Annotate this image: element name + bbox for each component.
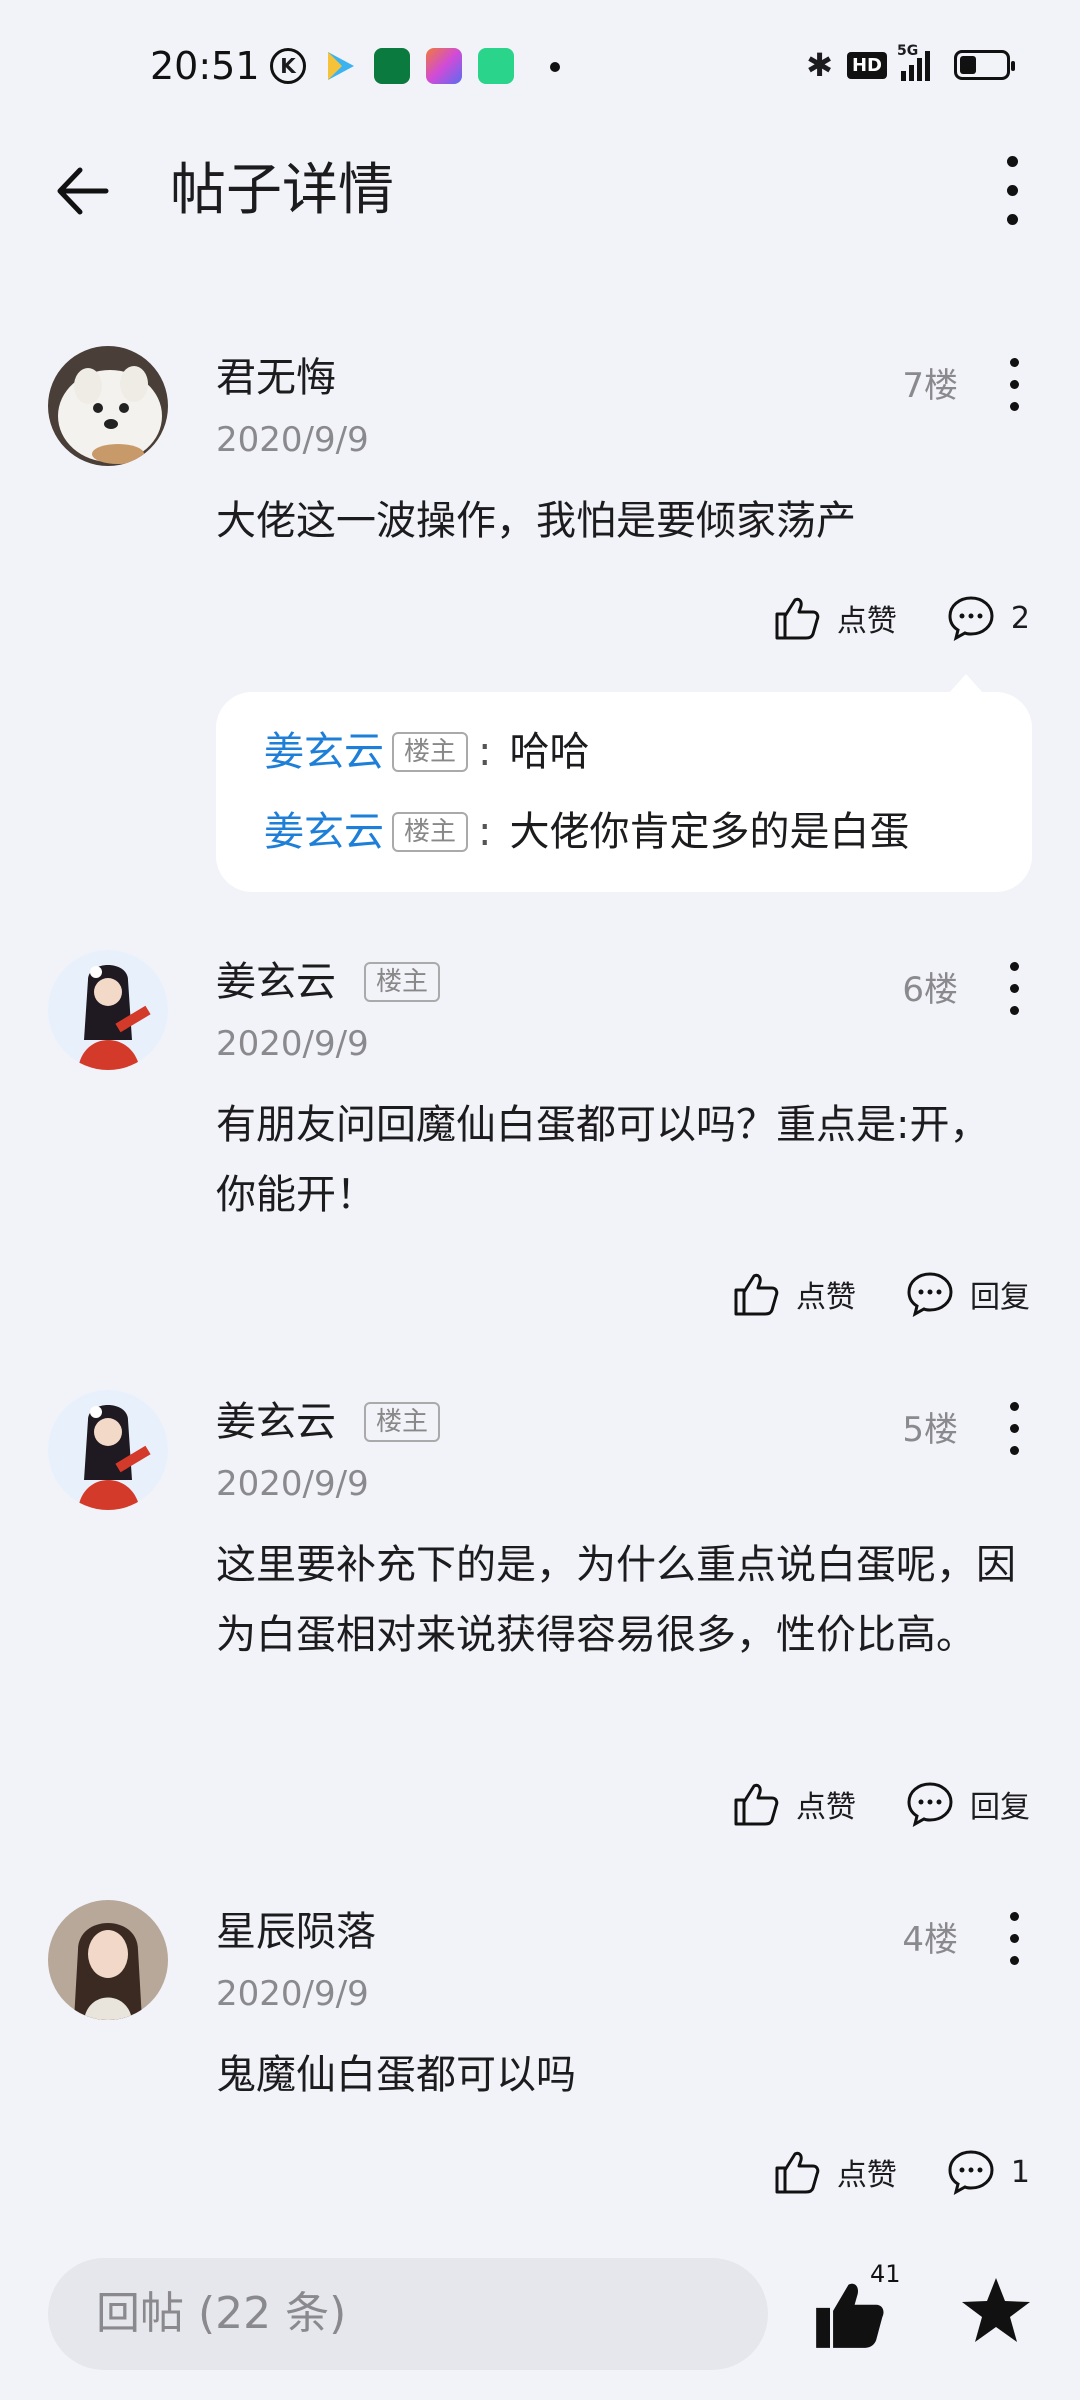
avatar[interactable]: [48, 950, 168, 1070]
like-button[interactable]: 点赞: [771, 2146, 897, 2198]
like-button[interactable]: 点赞: [771, 592, 897, 644]
play-app-icon: [322, 48, 358, 84]
status-time: 20:51: [150, 44, 260, 88]
host-badge: 楼主: [392, 732, 469, 772]
star-icon[interactable]: [960, 2274, 1032, 2346]
more-vertical-icon[interactable]: [1004, 358, 1024, 411]
more-vertical-icon[interactable]: [1000, 156, 1024, 226]
reply-button[interactable]: 回复: [904, 1268, 1030, 1320]
oppo-app-icon: [374, 48, 410, 84]
reply-list: 姜玄云 楼主 : 哈哈 姜玄云 楼主 : 大佬你肯定多的是白蛋: [216, 674, 1032, 892]
hd-icon: HD: [846, 51, 887, 79]
post-username[interactable]: 姜玄云 楼主: [216, 958, 441, 1006]
notification-dot-icon: [550, 62, 560, 72]
comment-bubble-icon: [948, 2150, 994, 2195]
status-bar: 20:51 K ✱ HD 5G: [0, 0, 1080, 136]
comment-bubble-icon: [907, 1782, 953, 1827]
more-vertical-icon[interactable]: [1004, 1402, 1024, 1455]
like-button[interactable]: 点赞: [730, 1778, 856, 1830]
like-button[interactable]: 点赞: [730, 1268, 856, 1320]
reply-item[interactable]: 姜玄云 楼主 : 大佬你肯定多的是白蛋: [264, 792, 984, 872]
reply-username[interactable]: 姜玄云: [264, 712, 384, 792]
post-content: 这里要补充下的是，为什么重点说白蛋呢，因为白蛋相对来说获得容易很多，性价比高。: [216, 1542, 1016, 1658]
signal-icon: 5G: [897, 43, 930, 81]
back-arrow-icon[interactable]: [48, 156, 118, 226]
host-badge: 楼主: [364, 962, 441, 1002]
floor-number: 6楼: [902, 970, 958, 1010]
post-content: 鬼魔仙白蛋都可以吗: [216, 2052, 576, 2098]
reply-item[interactable]: 姜玄云 楼主 : 哈哈: [264, 712, 984, 792]
reply-input[interactable]: 回帖 (22 条): [48, 2258, 768, 2370]
reply-button[interactable]: 回复: [904, 1778, 1030, 1830]
thumbs-up-icon: [734, 1273, 779, 1316]
diamond-app-icon: [426, 48, 462, 84]
reply-text: 大佬你肯定多的是白蛋: [509, 809, 910, 855]
comment-button[interactable]: 2: [945, 592, 1030, 644]
bluetooth-icon: ✱: [806, 46, 833, 84]
post-username[interactable]: 姜玄云 楼主: [216, 1398, 441, 1446]
host-badge: 楼主: [364, 1402, 441, 1442]
floor-number: 4楼: [902, 1920, 958, 1960]
k-app-icon: K: [270, 48, 306, 84]
comment-bubble-icon: [948, 596, 994, 641]
avatar[interactable]: [48, 1390, 168, 1510]
reply-text: 哈哈: [509, 729, 590, 775]
host-badge: 楼主: [392, 812, 469, 852]
avatar[interactable]: [48, 346, 168, 466]
post-username[interactable]: 君无悔: [216, 354, 336, 402]
more-vertical-icon[interactable]: [1004, 962, 1024, 1015]
shop-app-icon: [478, 48, 514, 84]
post-content: 大佬这一波操作，我怕是要倾家荡产: [216, 498, 856, 544]
reply-username[interactable]: 姜玄云: [264, 792, 384, 872]
comment-button[interactable]: 1: [945, 2146, 1030, 2198]
post-date: 2020/9/9: [216, 420, 369, 460]
post-date: 2020/9/9: [216, 1024, 369, 1064]
post-date: 2020/9/9: [216, 1464, 369, 1504]
post-username[interactable]: 星辰陨落: [216, 1908, 376, 1956]
battery-icon: [954, 50, 1015, 80]
thumbs-up-icon: [775, 2151, 820, 2194]
bottom-bar: 回帖 (22 条) 41: [0, 2240, 1080, 2400]
thumbs-up-icon: [775, 597, 820, 640]
post-date: 2020/9/9: [216, 1974, 369, 2014]
thumbs-up-icon: [734, 1783, 779, 1826]
header: 帖子详情: [0, 136, 1080, 248]
floor-number: 7楼: [902, 366, 958, 406]
floor-number: 5楼: [902, 1410, 958, 1450]
avatar[interactable]: [48, 1900, 168, 2020]
comment-bubble-icon: [907, 1272, 953, 1317]
page-title: 帖子详情: [170, 158, 394, 223]
post-content: 有朋友问回魔仙白蛋都可以吗？重点是:开，你能开！: [216, 1102, 990, 1218]
more-vertical-icon[interactable]: [1004, 1912, 1024, 1965]
like-count: 41: [870, 2260, 901, 2288]
